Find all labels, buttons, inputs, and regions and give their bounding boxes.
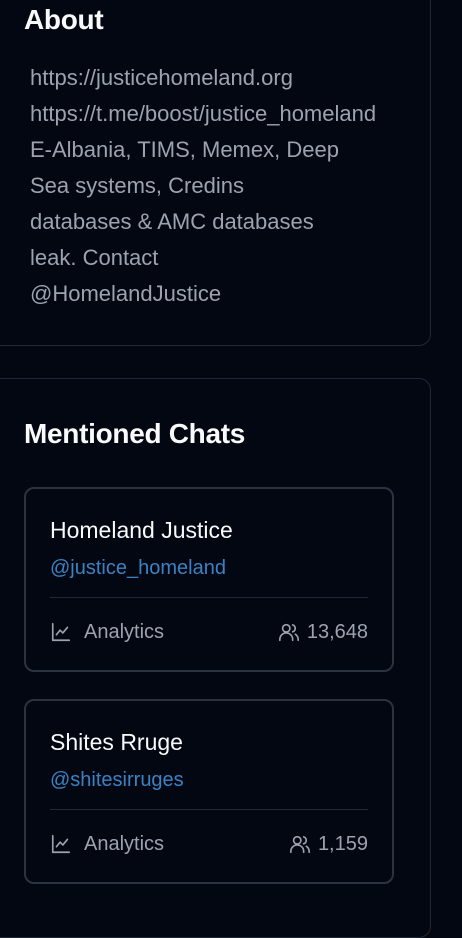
line-chart-icon — [50, 833, 72, 855]
divider — [50, 597, 368, 598]
about-description: https://justicehomeland.org https://t.me… — [30, 60, 450, 312]
about-line: Sea systems, Credins — [30, 173, 244, 198]
chat-handle-link[interactable]: @shitesirruges — [50, 769, 184, 792]
analytics-label: Analytics — [84, 620, 165, 643]
chat-name[interactable]: Shites Rruge — [50, 729, 183, 756]
chat-footer: Analytics 1,159 — [50, 829, 368, 859]
line-chart-icon — [50, 621, 72, 643]
member-count-value: 13,648 — [306, 620, 368, 643]
users-icon — [288, 833, 312, 855]
about-title: About — [24, 4, 104, 35]
mentioned-chats-title: Mentioned Chats — [24, 418, 246, 449]
about-line: https://justicehomeland.org — [30, 65, 293, 90]
about-line: E-Albania, TIMS, Memex, Deep — [30, 137, 339, 162]
chat-name[interactable]: Homeland Justice — [50, 517, 233, 544]
member-count-value: 1,159 — [317, 832, 368, 855]
chat-handle-link[interactable]: @justice_homeland — [50, 557, 226, 580]
member-count: 13,648 — [277, 621, 368, 644]
chat-card-homeland-justice[interactable]: Homeland Justice @justice_homeland Analy… — [24, 487, 394, 672]
about-line: @HomelandJustice — [30, 281, 222, 306]
users-icon — [277, 621, 301, 643]
about-line: leak. Contact — [30, 245, 159, 270]
member-count: 1,159 — [288, 833, 368, 856]
chat-card-shites-rruge[interactable]: Shites Rruge @shitesirruges Analytics 1,… — [24, 699, 394, 884]
divider — [50, 809, 368, 810]
analytics-button[interactable]: Analytics — [50, 833, 164, 856]
chat-footer: Analytics 13,648 — [50, 617, 368, 647]
about-line: https://t.me/boost/justice_homeland — [30, 101, 377, 126]
analytics-button[interactable]: Analytics — [50, 621, 164, 644]
analytics-label: Analytics — [84, 832, 165, 855]
about-line: databases & AMC databases — [30, 209, 314, 234]
